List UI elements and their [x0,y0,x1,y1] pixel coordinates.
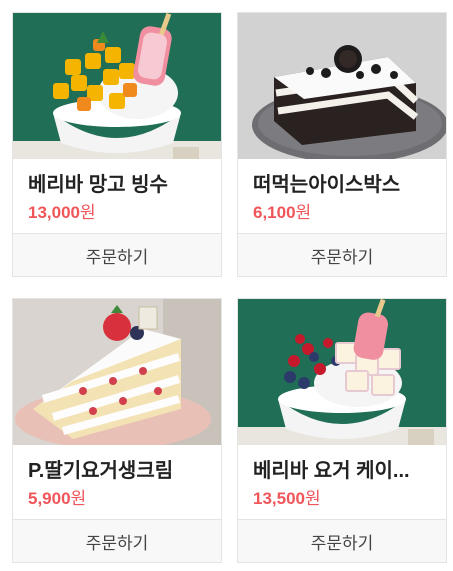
berry-yogurt-bingsu-image[interactable] [238,299,446,445]
order-button[interactable]: 주문하기 [238,519,446,562]
order-button[interactable]: 주문하기 [238,233,446,276]
product-price: 5,900원 [28,489,87,508]
product-name: 베리바 망고 빙수 [28,174,168,196]
strawberry-cream-cake-image[interactable] [13,299,221,445]
product-card[interactable]: P.딸기요거생크림 5,900원 주문하기 [12,298,222,563]
product-card[interactable]: 베리바 망고 빙수 13,000원 주문하기 [12,12,222,277]
product-name: P.딸기요거생크림 [28,460,174,482]
icebox-cake-image[interactable] [238,13,446,159]
product-card[interactable]: 베리바 요거 케이... 13,500원 주문하기 [237,298,447,563]
order-button[interactable]: 주문하기 [13,519,221,562]
order-button[interactable]: 주문하기 [13,233,221,276]
product-name: 베리바 요거 케이... [253,460,410,482]
product-price: 6,100원 [253,203,312,222]
product-price: 13,000원 [28,203,96,222]
mango-bingsu-image[interactable] [13,13,221,159]
product-price: 13,500원 [253,489,321,508]
product-name: 떠먹는아이스박스 [253,174,401,196]
product-card[interactable]: 떠먹는아이스박스 6,100원 주문하기 [237,12,447,277]
